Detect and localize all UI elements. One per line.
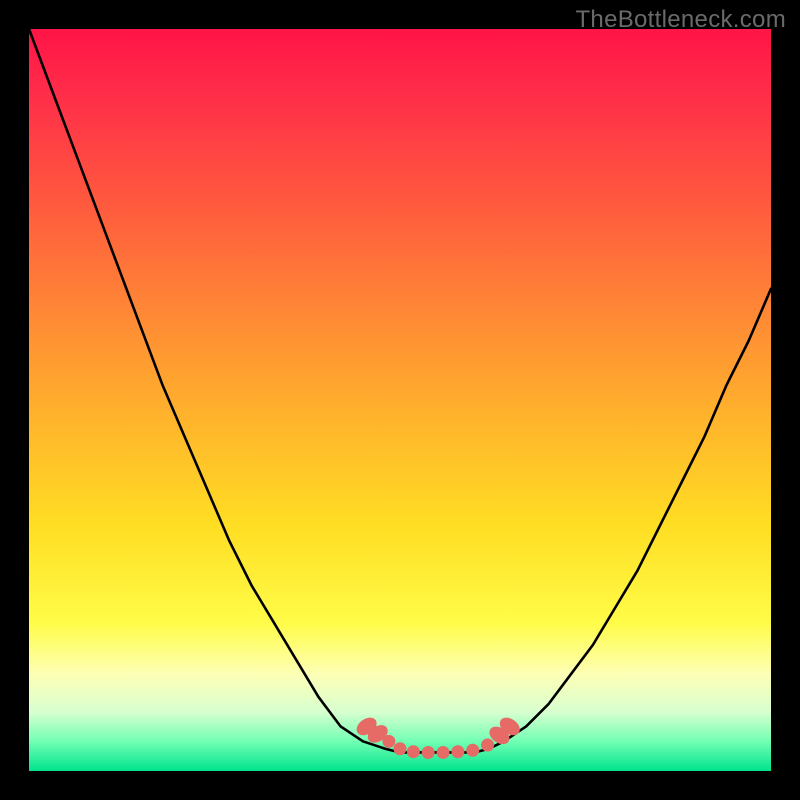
plot-area — [29, 29, 771, 771]
watermark-text: TheBottleneck.com — [575, 6, 786, 34]
curve-marker — [394, 742, 407, 755]
curve-marker — [451, 745, 464, 758]
curve-marker — [466, 744, 479, 757]
curve-marker — [407, 745, 420, 758]
chart-frame: TheBottleneck.com — [0, 0, 800, 800]
curve-marker — [422, 746, 435, 759]
curve-marker — [437, 746, 450, 759]
curve-marker — [481, 739, 494, 752]
bottleneck-curve — [29, 29, 771, 752]
curve-svg — [29, 29, 771, 771]
curve-marker — [382, 735, 395, 748]
